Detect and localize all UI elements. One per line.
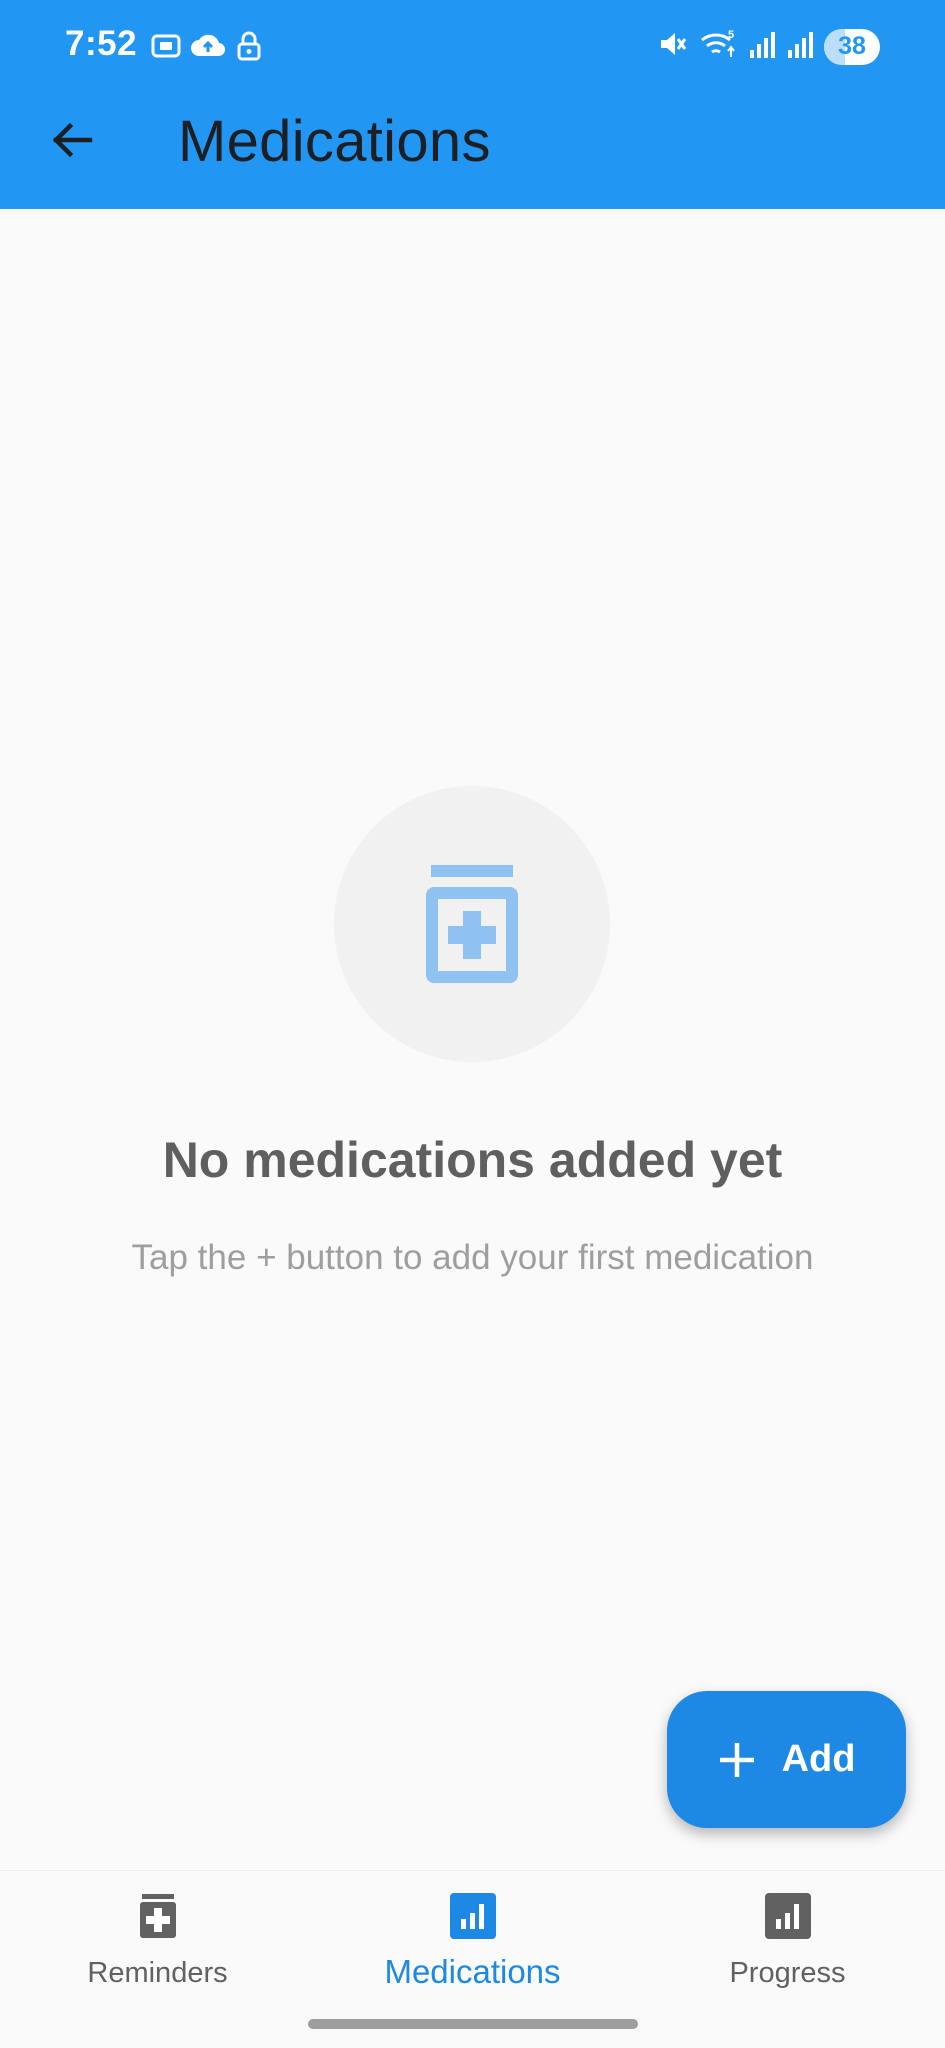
empty-state-title: No medications added yet [162,1132,783,1188]
status-icons: 5 38 [658,28,880,65]
bar-chart-icon [449,1893,496,1944]
plus-icon [719,1742,754,1777]
add-button-label: Add [781,1738,856,1780]
svg-text:5: 5 [728,29,734,41]
nav-item-progress[interactable]: Progress [630,1871,945,2021]
battery-level: 38 [838,32,866,60]
nav-item-reminders[interactable]: Reminders [0,1871,315,2021]
signal-icon [786,28,814,65]
empty-state-subtitle: Tap the + button to add your first medic… [131,1238,814,1277]
nav-label-progress: Progress [729,1957,846,1989]
bar-chart-icon [764,1893,811,1944]
lock-icon [235,30,263,67]
add-medication-button[interactable]: Add [667,1691,906,1828]
app-header: 7:52 5 38 Medications [0,0,945,209]
mute-icon [658,28,688,65]
wifi-icon: 5 [698,28,738,65]
signal-icon [748,28,776,65]
battery-indicator: 38 [824,28,880,65]
nav-item-medications[interactable]: Medications [315,1871,630,2021]
medication-icon [139,1893,177,1944]
arrow-back-icon [52,122,93,158]
back-button[interactable] [36,104,108,176]
nav-label-reminders: Reminders [87,1957,228,1989]
screenshot-icon [150,30,182,67]
empty-state-illustration [334,786,610,1062]
page-title: Medications [178,109,491,174]
status-time: 7:52 [65,24,138,63]
cloud-upload-icon [190,30,226,67]
home-indicator[interactable] [308,2019,638,2029]
medication-icon [426,865,518,983]
nav-label-medications: Medications [384,1953,561,1990]
